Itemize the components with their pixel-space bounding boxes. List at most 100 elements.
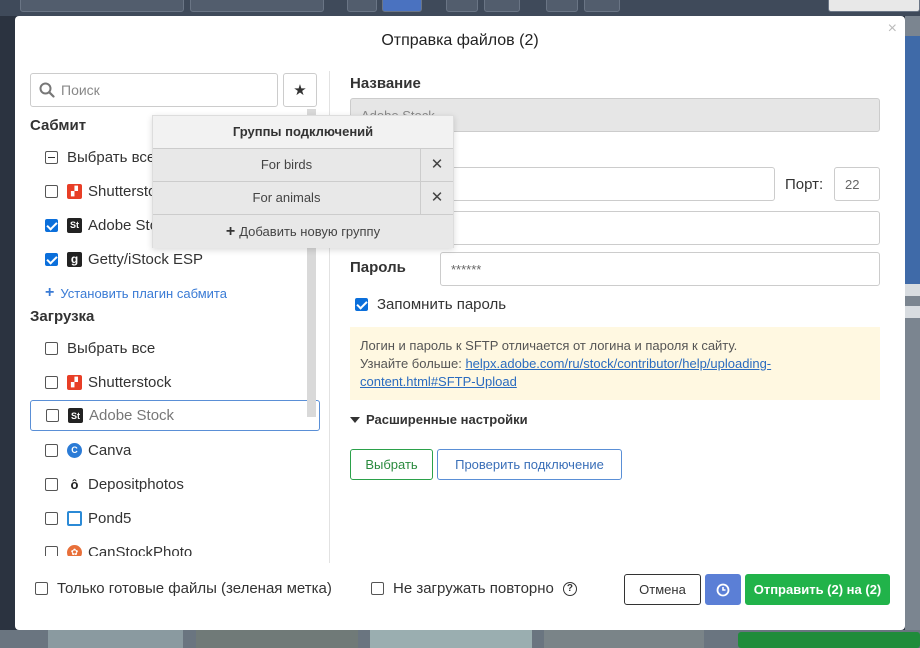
shutterstock-icon: ▞ <box>67 183 82 199</box>
upload-item-depositphotos[interactable]: ô Depositphotos <box>45 471 184 497</box>
checkbox[interactable] <box>45 252 58 266</box>
background-toolbar-button <box>190 0 324 12</box>
background-right-panel <box>905 16 920 648</box>
group-item-label[interactable]: For animals <box>153 182 421 214</box>
no-reupload-checkbox[interactable] <box>371 582 384 595</box>
background-toolbar-button <box>446 0 478 12</box>
background-text <box>905 284 920 296</box>
background-toolbar-button <box>584 0 620 12</box>
help-icon[interactable]: ? <box>562 581 577 596</box>
caret-down-icon <box>350 416 360 423</box>
advanced-settings-label: Расширенные настройки <box>366 412 528 427</box>
plus-icon: + <box>225 222 236 240</box>
upload-item-adobe-stock[interactable]: St Adobe Stock <box>30 400 320 431</box>
background-toolbar-button <box>828 0 920 12</box>
background-text <box>905 306 920 318</box>
select-all-checkbox[interactable] <box>45 341 58 355</box>
port-label: Порт: <box>785 176 824 193</box>
checkbox[interactable] <box>45 218 58 232</box>
upload-item-pond5[interactable]: Pond5 <box>45 505 131 531</box>
background-toolbar <box>0 0 920 16</box>
sftp-info-box: Логин и пароль к SFTP отличается от логи… <box>350 327 880 400</box>
only-ready-option[interactable]: Только готовые файлы (зеленая метка) <box>35 580 332 597</box>
plus-icon: + <box>45 284 55 301</box>
schedule-button[interactable] <box>705 574 741 605</box>
info-more-label: Узнайте больше: <box>360 356 466 371</box>
password-field[interactable]: ****** <box>440 252 880 286</box>
checkbox[interactable] <box>45 443 58 457</box>
upload-item-shutterstock[interactable]: ▞ Shutterstock <box>45 369 171 395</box>
install-plugin-label: Установить плагин сабмита <box>60 285 227 301</box>
background-toolbar-button <box>382 0 422 12</box>
upload-select-all[interactable]: Выбрать все <box>45 335 155 361</box>
choose-button[interactable]: Выбрать <box>350 449 433 480</box>
adobe-stock-icon: St <box>67 217 82 233</box>
send-button[interactable]: Отправить (2) на (2) <box>745 574 890 605</box>
search-input[interactable] <box>61 80 271 100</box>
upload-item-label: CanStockPhoto <box>88 543 193 557</box>
depositphotos-icon: ô <box>70 476 79 492</box>
background-green-button <box>738 632 920 648</box>
install-plugin-link[interactable]: + Установить плагин сабмита <box>45 284 227 302</box>
only-ready-checkbox[interactable] <box>35 582 48 595</box>
select-all-checkbox[interactable] <box>45 150 58 164</box>
submit-section-title: Сабмит <box>30 117 87 134</box>
search-field[interactable] <box>30 73 278 107</box>
info-more-line: Узнайте больше: helpx.adobe.com/ru/stock… <box>360 355 870 391</box>
background-toolbar-button <box>20 0 184 12</box>
getty-icon: g <box>67 251 82 267</box>
upload-item-label: Adobe Stock <box>89 407 175 424</box>
shutterstock-icon: ▞ <box>67 374 82 390</box>
password-value: ****** <box>451 261 482 277</box>
star-icon: ★ <box>293 82 307 99</box>
upload-item-label: Canva <box>88 441 132 459</box>
checkbox[interactable] <box>45 184 58 198</box>
select-all-label: Выбрать все <box>67 148 156 166</box>
only-ready-label: Только готовые файлы (зеленая метка) <box>57 580 332 597</box>
checkbox[interactable] <box>46 409 59 422</box>
canstockphoto-icon: ✿ <box>67 544 82 556</box>
add-group-label: Добавить новую группу <box>239 224 381 239</box>
background-thumbnail <box>370 630 532 648</box>
dialog-title: Отправка файлов (2) <box>381 32 539 49</box>
connection-groups-popup: Группы подключений For birds ✕ For anima… <box>152 115 454 248</box>
check-connection-button[interactable]: Проверить подключение <box>437 449 622 480</box>
group-item-label[interactable]: For birds <box>153 149 421 181</box>
upload-item-canva[interactable]: C Canva <box>45 437 131 463</box>
close-icon[interactable]: × <box>888 20 897 38</box>
advanced-settings-toggle[interactable]: Расширенные настройки <box>350 412 528 427</box>
add-group-button[interactable]: + Добавить новую группу <box>153 214 453 248</box>
no-reupload-label: Не загружать повторно <box>393 580 554 597</box>
background-toolbar-button <box>347 0 377 12</box>
list-clip: ✿ CanStockPhoto <box>30 536 328 556</box>
remember-password[interactable]: Запомнить пароль <box>355 296 506 313</box>
checkbox[interactable] <box>45 545 58 556</box>
remove-group-icon[interactable]: ✕ <box>421 182 453 214</box>
popup-title: Группы подключений <box>153 116 453 148</box>
group-item[interactable]: For animals ✕ <box>153 181 453 214</box>
group-item[interactable]: For birds ✕ <box>153 148 453 181</box>
checkbox[interactable] <box>45 511 58 525</box>
background-thumbnail <box>48 630 183 648</box>
submit-item-getty[interactable]: g Getty/iStock ESP <box>45 246 203 272</box>
background-toolbar-button <box>546 0 578 12</box>
clock-icon <box>716 583 730 596</box>
checkbox[interactable] <box>45 375 58 389</box>
cancel-button[interactable]: Отмена <box>624 574 701 605</box>
upload-item-canstockphoto[interactable]: ✿ CanStockPhoto <box>45 539 192 556</box>
upload-item-label: Pond5 <box>88 509 132 527</box>
remember-checkbox[interactable] <box>355 298 368 311</box>
no-reupload-option[interactable]: Не загружать повторно ? <box>371 580 577 597</box>
name-label: Название <box>350 75 421 92</box>
background-toolbar-button <box>484 0 520 12</box>
adobe-stock-icon: St <box>68 408 83 423</box>
checkbox[interactable] <box>45 477 58 491</box>
submit-item-label: Getty/iStock ESP <box>88 250 204 268</box>
background-thumbnail <box>196 630 358 648</box>
favorites-button[interactable]: ★ <box>283 73 317 107</box>
remove-group-icon[interactable]: ✕ <box>421 149 453 181</box>
search-icon <box>39 82 55 98</box>
submit-select-all[interactable]: Выбрать все <box>45 144 155 170</box>
send-files-dialog: Отправка файлов (2) × ★ Сабмит Выбрать в… <box>15 16 905 630</box>
port-field[interactable]: 22 <box>834 167 880 201</box>
